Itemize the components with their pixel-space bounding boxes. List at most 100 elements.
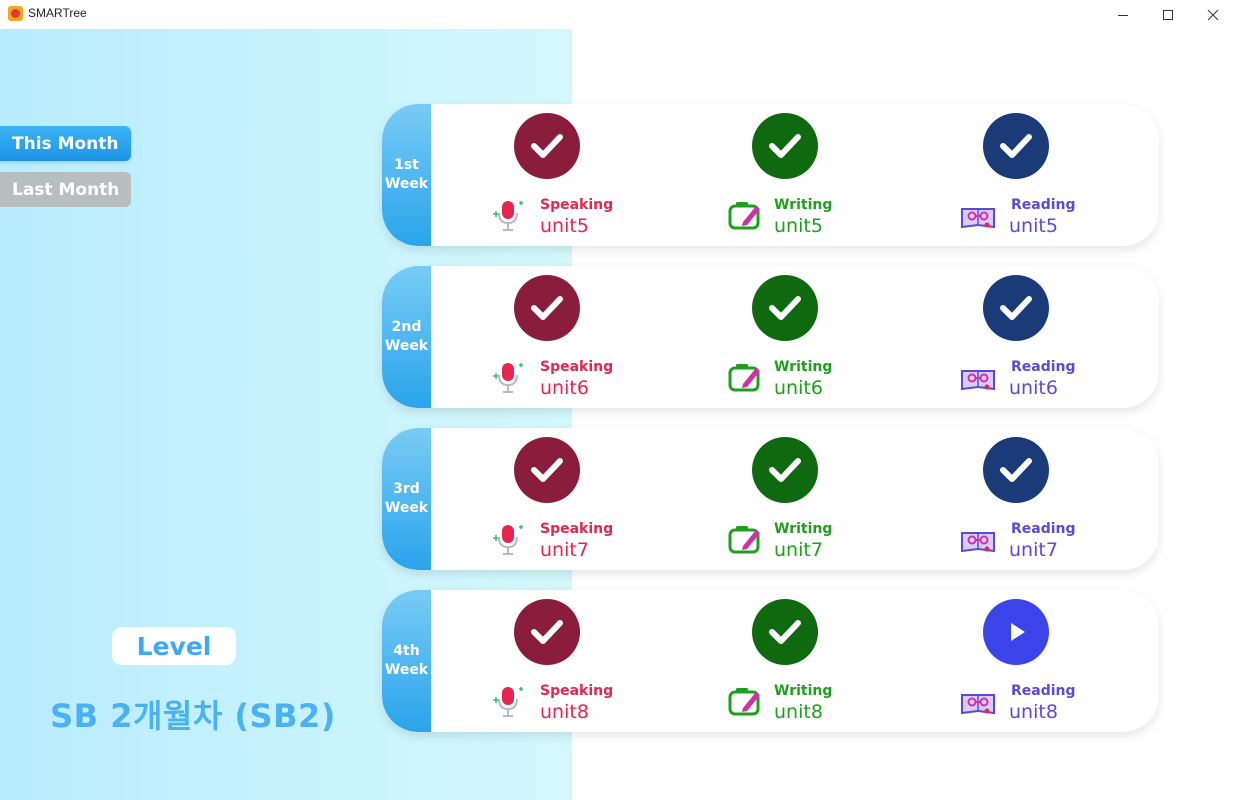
- writing-unit: unit8: [774, 701, 823, 723]
- speaking-status-button[interactable]: [514, 275, 580, 341]
- level-name: SB 2개월차 (SB2): [50, 697, 336, 735]
- microphone-icon: [493, 687, 523, 717]
- window-title: SMARTree: [28, 6, 87, 20]
- writing-activity: Writing unit5: [727, 104, 887, 246]
- checkmark-icon: [1000, 458, 1032, 482]
- minimize-icon: [1118, 14, 1128, 16]
- week-card: 4th Week Speaking unit8 Writing unit8 Re…: [382, 590, 1159, 732]
- speaking-activity: Speaking unit7: [490, 428, 650, 570]
- week-card: 2nd Week Speaking unit6 Writing unit6 Re…: [382, 266, 1159, 408]
- microphone-icon: [493, 363, 523, 393]
- writing-activity: Writing unit8: [727, 590, 887, 732]
- week-label: 2nd Week: [382, 266, 431, 408]
- checkmark-icon: [1000, 134, 1032, 158]
- week-label: 3rd Week: [382, 428, 431, 570]
- checkmark-icon: [531, 134, 563, 158]
- writing-unit: unit7: [774, 539, 823, 561]
- last-month-button[interactable]: Last Month: [0, 172, 131, 207]
- notebook-pencil-icon: [728, 364, 760, 392]
- close-button[interactable]: [1190, 0, 1236, 29]
- checkmark-icon: [769, 296, 801, 320]
- speaking-label: Speaking: [540, 683, 614, 699]
- checkmark-icon: [531, 296, 563, 320]
- reading-unit: unit8: [1009, 701, 1058, 723]
- writing-activity: Writing unit7: [727, 428, 887, 570]
- speaking-status-button[interactable]: [514, 113, 580, 179]
- reading-activity: Reading unit5: [960, 104, 1120, 246]
- speaking-label: Speaking: [540, 197, 614, 213]
- book-glasses-icon: [961, 208, 995, 229]
- speaking-unit: unit7: [540, 539, 589, 561]
- notebook-pencil-icon: [728, 526, 760, 554]
- reading-unit: unit7: [1009, 539, 1058, 561]
- writing-status-button[interactable]: [752, 275, 818, 341]
- writing-label: Writing: [774, 359, 833, 375]
- writing-status-button[interactable]: [752, 437, 818, 503]
- speaking-label: Speaking: [540, 521, 614, 537]
- reading-unit: unit6: [1009, 377, 1058, 399]
- writing-status-button[interactable]: [752, 599, 818, 665]
- checkmark-icon: [769, 620, 801, 644]
- week-ordinal: 2nd: [391, 319, 422, 335]
- week-label: 4th Week: [382, 590, 431, 732]
- this-month-button[interactable]: This Month: [0, 126, 131, 161]
- maximize-button[interactable]: [1145, 0, 1191, 29]
- reading-activity: Reading unit6: [960, 266, 1120, 408]
- notebook-pencil-icon: [728, 688, 760, 716]
- close-icon: [1207, 9, 1219, 20]
- checkmark-icon: [769, 458, 801, 482]
- reading-status-button[interactable]: [983, 599, 1049, 665]
- writing-status-button[interactable]: [752, 113, 818, 179]
- speaking-label: Speaking: [540, 359, 614, 375]
- speaking-activity: Speaking unit6: [490, 266, 650, 408]
- checkmark-icon: [531, 620, 563, 644]
- app-logo-icon: [8, 6, 23, 21]
- week-word: Week: [384, 176, 429, 192]
- book-glasses-icon: [961, 694, 995, 715]
- reading-status-button[interactable]: [983, 275, 1049, 341]
- writing-activity: Writing unit6: [727, 266, 887, 408]
- reading-status-button[interactable]: [983, 113, 1049, 179]
- week-word: Week: [384, 338, 429, 354]
- speaking-unit: unit8: [540, 701, 589, 723]
- reading-status-button[interactable]: [983, 437, 1049, 503]
- speaking-activity: Speaking unit5: [490, 104, 650, 246]
- week-ordinal: 1st: [394, 157, 419, 173]
- week-word: Week: [384, 500, 429, 516]
- week-card: 1st Week Speaking unit5 Writing unit5 Re…: [382, 104, 1159, 246]
- writing-unit: unit5: [774, 215, 823, 237]
- microphone-icon: [493, 201, 523, 231]
- microphone-icon: [493, 525, 523, 555]
- writing-label: Writing: [774, 683, 833, 699]
- notebook-pencil-icon: [728, 202, 760, 230]
- title-bar: SMARTree: [0, 0, 1236, 29]
- week-ordinal: 4th: [393, 643, 420, 659]
- speaking-status-button[interactable]: [514, 437, 580, 503]
- reading-label: Reading: [1011, 197, 1076, 213]
- checkmark-icon: [1000, 296, 1032, 320]
- speaking-status-button[interactable]: [514, 599, 580, 665]
- week-card: 3rd Week Speaking unit7 Writing unit7 Re…: [382, 428, 1159, 570]
- level-badge: Level: [112, 627, 236, 665]
- reading-activity: Reading unit8: [960, 590, 1120, 732]
- checkmark-icon: [531, 458, 563, 482]
- book-glasses-icon: [961, 370, 995, 391]
- minimize-button[interactable]: [1100, 0, 1146, 29]
- speaking-activity: Speaking unit8: [490, 590, 650, 732]
- checkmark-icon: [769, 134, 801, 158]
- book-glasses-icon: [961, 532, 995, 553]
- reading-label: Reading: [1011, 521, 1076, 537]
- writing-label: Writing: [774, 197, 833, 213]
- writing-unit: unit6: [774, 377, 823, 399]
- week-ordinal: 3rd: [393, 481, 420, 497]
- play-icon: [1011, 623, 1025, 641]
- reading-label: Reading: [1011, 359, 1076, 375]
- week-word: Week: [384, 662, 429, 678]
- week-label: 1st Week: [382, 104, 431, 246]
- reading-label: Reading: [1011, 683, 1076, 699]
- writing-label: Writing: [774, 521, 833, 537]
- reading-unit: unit5: [1009, 215, 1058, 237]
- maximize-icon: [1163, 9, 1173, 20]
- speaking-unit: unit5: [540, 215, 589, 237]
- speaking-unit: unit6: [540, 377, 589, 399]
